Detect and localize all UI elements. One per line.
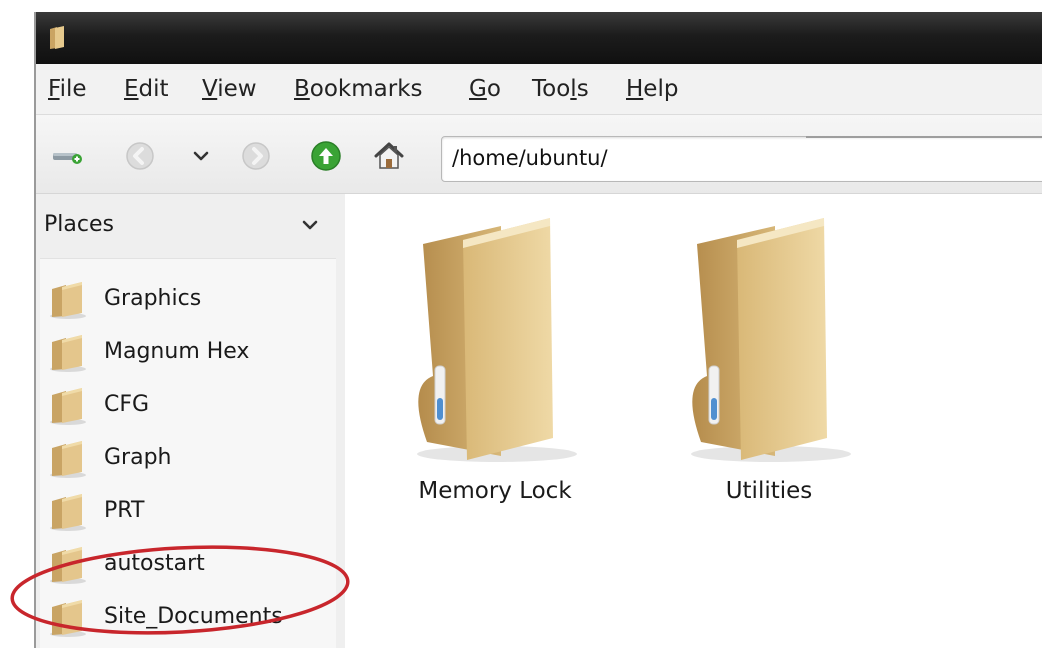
sidebar-item-label: PRT xyxy=(104,498,145,523)
folder-icon xyxy=(48,546,88,588)
sidebar-item-label: autostart xyxy=(104,551,205,576)
location-tab-edge xyxy=(806,136,1042,138)
folder-icon xyxy=(48,440,88,482)
sidebar-item-prt[interactable]: PRT xyxy=(48,491,328,531)
new-folder-icon[interactable] xyxy=(48,141,88,171)
folder-icon xyxy=(48,281,88,323)
chevron-down-icon[interactable] xyxy=(302,216,318,235)
folder-icon xyxy=(48,26,66,54)
folder-utilities[interactable]: Utilities xyxy=(659,216,879,516)
folder-icon xyxy=(48,493,88,535)
sidebar-item-label: Magnum Hex xyxy=(104,339,250,364)
sidebar-item-graphics[interactable]: Graphics xyxy=(48,279,328,319)
folder-label: Memory Lock xyxy=(418,478,572,504)
menu-go[interactable]: Go xyxy=(469,76,501,102)
file-manager-window: File Edit View Bookmarks Go Tools Help /… xyxy=(34,12,1042,648)
menu-bookmarks[interactable]: Bookmarks xyxy=(294,76,423,102)
folder-icon xyxy=(48,387,88,429)
menu-view[interactable]: View xyxy=(202,76,257,102)
folder-icon xyxy=(679,216,859,470)
sidebar-item-autostart[interactable]: autostart xyxy=(48,544,328,584)
menu-edit[interactable]: Edit xyxy=(124,76,169,102)
folder-icon xyxy=(48,599,88,641)
menu-help[interactable]: Help xyxy=(626,76,678,102)
sidebar-item-cfg[interactable]: CFG xyxy=(48,385,328,425)
sidebar-item-label: Graphics xyxy=(104,286,202,311)
up-icon[interactable] xyxy=(306,136,346,176)
sidebar-item-magnum-hex[interactable]: Magnum Hex xyxy=(48,332,328,372)
folder-icon xyxy=(405,216,585,470)
folder-icon xyxy=(48,334,88,376)
folder-memory-lock[interactable]: Memory Lock xyxy=(385,216,605,516)
sidebar-title: Places xyxy=(44,212,114,237)
history-dropdown-icon[interactable] xyxy=(186,141,216,171)
places-list: Graphics Magnum Hex CFG Graph PRT autost… xyxy=(40,258,336,648)
location-bar[interactable]: /home/ubuntu/ xyxy=(441,136,1042,182)
sidebar-item-label: Site_Documents xyxy=(104,604,283,629)
sidebar-item-graph[interactable]: Graph xyxy=(48,438,328,478)
menu-file[interactable]: File xyxy=(48,76,87,102)
menu-tools[interactable]: Tools xyxy=(532,76,589,102)
sidebar-item-label: Graph xyxy=(104,445,172,470)
sidebar-item-label: CFG xyxy=(104,392,150,417)
sidebar: Places Graphics Magnum Hex CFG Graph PRT… xyxy=(36,194,344,648)
sidebar-item-site-documents[interactable]: Site_Documents xyxy=(48,597,328,637)
forward-icon[interactable] xyxy=(236,136,276,176)
home-icon[interactable] xyxy=(369,136,409,176)
back-icon[interactable] xyxy=(120,136,160,176)
folder-label: Utilities xyxy=(725,478,813,504)
folder-view: Memory Lock Utilities xyxy=(345,194,1042,648)
location-path[interactable]: /home/ubuntu/ xyxy=(452,145,608,171)
menu-bar: File Edit View Bookmarks Go Tools Help xyxy=(36,64,1042,115)
title-bar[interactable] xyxy=(36,12,1042,64)
